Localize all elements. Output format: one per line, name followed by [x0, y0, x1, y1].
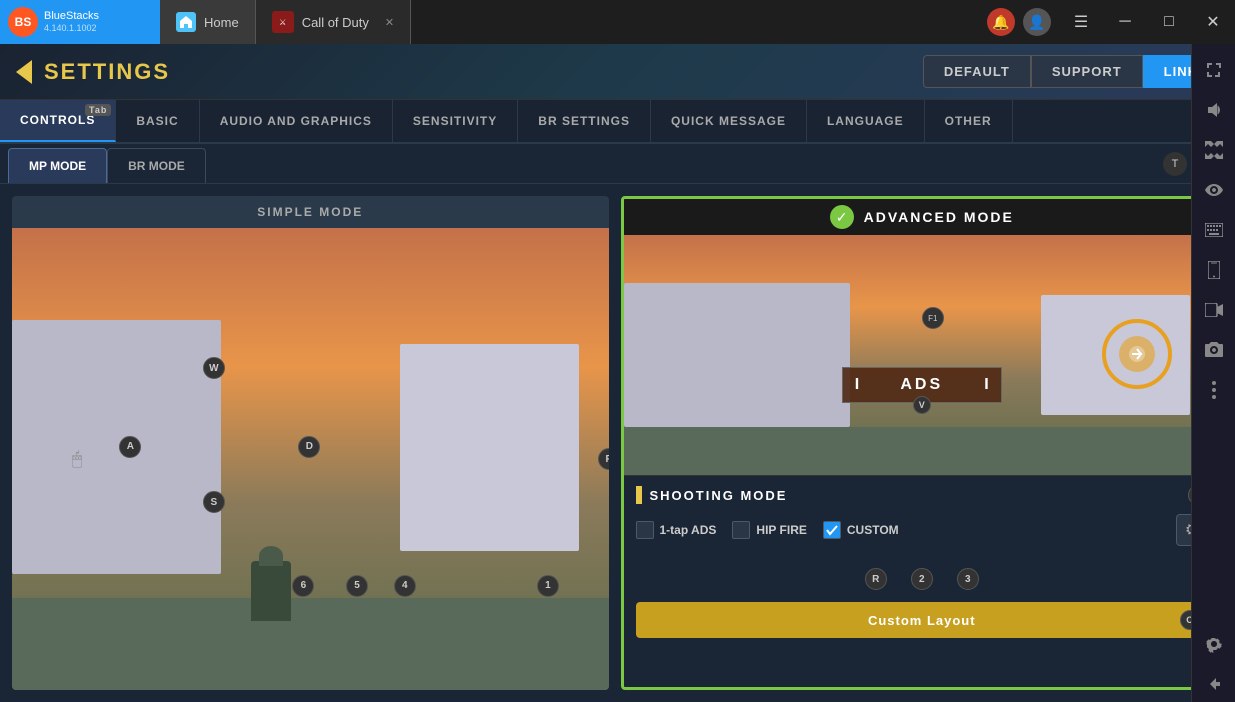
tab-quick-message[interactable]: QUICK MESSAGE	[651, 100, 807, 142]
tab-other[interactable]: OTHER	[925, 100, 1013, 142]
advanced-title-bar: ✓ ADVANCED MODE P	[624, 199, 1221, 235]
v-key-badge: V	[913, 396, 931, 414]
right-sidebar	[1191, 44, 1235, 702]
phone-icon[interactable]	[1196, 252, 1232, 288]
header-buttons: DEFAULT SUPPORT LINK	[923, 55, 1219, 88]
building-left	[12, 320, 221, 574]
building-right	[400, 344, 579, 552]
tab-cod[interactable]: ⚔ Call of Duty ✕	[256, 0, 411, 44]
t-key-badge: T	[1163, 152, 1187, 176]
advanced-bottom: R 2 3 Custom Layout C	[624, 556, 1221, 646]
one-tap-ads-option: 1-tap ADS	[636, 521, 717, 539]
app-name: BlueStacks 4.140.1.1002	[44, 10, 99, 34]
expand-icon[interactable]	[1196, 52, 1232, 88]
minimize-button[interactable]: ─	[1103, 0, 1147, 44]
tab-language[interactable]: LANGUAGE	[807, 100, 925, 142]
adv-building-left	[624, 283, 851, 427]
default-button[interactable]: DEFAULT	[923, 55, 1031, 88]
hip-fire-checkbox[interactable]	[732, 521, 750, 539]
settings-header: SETTINGS DEFAULT SUPPORT LINK	[0, 44, 1235, 100]
tab-br-settings[interactable]: BR SETTINGS	[518, 100, 651, 142]
key-w-badge: W	[203, 357, 225, 379]
window-controls: 🔔 👤 ☰ ─ □ ✕	[987, 0, 1235, 44]
yellow-bar-icon	[636, 486, 642, 504]
maximize-button[interactable]: □	[1147, 0, 1191, 44]
settings-title: SETTINGS	[16, 59, 170, 85]
key-5-badge: 5	[346, 575, 368, 597]
shooting-mode-header: SHOOTING MODE −	[636, 486, 1209, 504]
custom-option: CUSTOM	[823, 521, 899, 539]
hip-fire-option: HIP FIRE	[732, 521, 806, 539]
adv-ground	[624, 427, 1221, 475]
soldier-figure	[251, 561, 291, 621]
camera-icon[interactable]	[1196, 332, 1232, 368]
key-f-badge: F	[598, 448, 609, 470]
tab-controls[interactable]: CONTROLS Tab	[0, 100, 116, 142]
joystick-ring	[1102, 319, 1172, 389]
f1-key-badge: F1	[922, 307, 944, 329]
close-button[interactable]: ✕	[1191, 0, 1235, 44]
menu-button[interactable]: ☰	[1059, 0, 1103, 44]
ads-bar: I ADS I V	[842, 367, 1002, 403]
settings-area: SETTINGS DEFAULT SUPPORT LINK CONTROLS T…	[0, 44, 1235, 702]
main-content: SIMPLE MODE 🖱 W	[0, 184, 1235, 702]
advanced-game-preview: I ADS I V	[624, 235, 1221, 475]
bottom-key-row: R 2 3	[636, 564, 1209, 594]
custom-checkbox[interactable]	[823, 521, 841, 539]
shooting-options: 1-tap ADS HIP FIRE	[636, 514, 1209, 546]
home-icon	[176, 12, 196, 32]
simple-mode-title: SIMPLE MODE	[12, 196, 609, 228]
key-1-badge: 1	[537, 575, 559, 597]
bs-icon: BS	[8, 7, 38, 37]
notification-icon[interactable]: 🔔	[987, 8, 1015, 36]
cod-icon: ⚔	[272, 11, 294, 33]
tab-close-btn[interactable]: ✕	[385, 16, 394, 29]
advanced-mode-panel: ✓ ADVANCED MODE P I ADS	[621, 196, 1224, 690]
custom-layout-button[interactable]: Custom Layout C	[636, 602, 1209, 638]
tab-bar: CONTROLS Tab BASIC AUDIO AND GRAPHICS SE…	[0, 100, 1235, 144]
settings-arrow-icon	[16, 60, 32, 84]
tab-sensitivity[interactable]: SENSITIVITY	[393, 100, 518, 142]
more-options-icon[interactable]	[1196, 372, 1232, 408]
back-icon[interactable]	[1196, 666, 1232, 702]
app-logo: BS BlueStacks 4.140.1.1002	[0, 0, 160, 44]
ground	[12, 598, 609, 690]
eye-icon[interactable]	[1196, 172, 1232, 208]
mp-mode-tab[interactable]: MP MODE	[8, 148, 107, 183]
advanced-check-icon: ✓	[830, 205, 854, 229]
settings-icon[interactable]	[1196, 626, 1232, 662]
tab-basic[interactable]: BASIC	[116, 100, 199, 142]
simple-mode-panel: SIMPLE MODE 🖱 W	[12, 196, 609, 690]
keyboard-icon[interactable]	[1196, 212, 1232, 248]
key-d-badge: D	[298, 436, 320, 458]
key-s-badge: S	[203, 491, 225, 513]
mouse-icon: 🖱	[72, 449, 83, 470]
shooting-mode-section: SHOOTING MODE − 1-tap ADS HIP FIRE	[624, 475, 1221, 556]
key-6-badge: 6	[292, 575, 314, 597]
settings-content: SETTINGS DEFAULT SUPPORT LINK CONTROLS T…	[0, 44, 1235, 702]
video-icon[interactable]	[1196, 292, 1232, 328]
joystick-center	[1119, 336, 1155, 372]
tab-home[interactable]: Home	[160, 0, 256, 44]
profile-icon[interactable]: 👤	[1023, 8, 1051, 36]
fullscreen-icon[interactable]	[1196, 132, 1232, 168]
key-r-badge: R	[865, 568, 887, 590]
one-tap-ads-checkbox[interactable]	[636, 521, 654, 539]
adv-game-background: I ADS I V	[624, 235, 1221, 475]
mode-tabs: MP MODE BR MODE T	[0, 144, 1235, 184]
support-button[interactable]: SUPPORT	[1031, 55, 1143, 88]
titlebar: BS BlueStacks 4.140.1.1002 Home ⚔ Call o…	[0, 0, 1235, 44]
simple-mode-preview: 🖱 W A D S	[12, 228, 609, 690]
game-background: 🖱 W A D S	[12, 228, 609, 690]
tab-audio-graphics[interactable]: AUDIO AND GRAPHICS	[200, 100, 393, 142]
key-4-badge: 4	[394, 575, 416, 597]
key-2-badge: 2	[911, 568, 933, 590]
key-3-badge: 3	[957, 568, 979, 590]
br-mode-tab[interactable]: BR MODE	[107, 148, 206, 183]
volume-icon[interactable]	[1196, 92, 1232, 128]
